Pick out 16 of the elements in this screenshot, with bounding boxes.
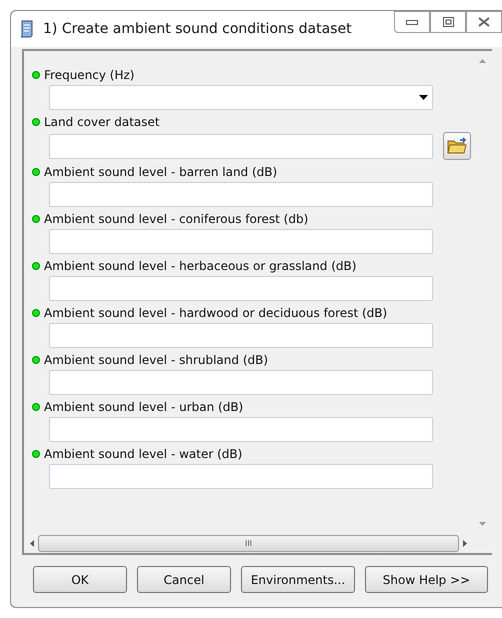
parameter-label: Ambient sound level - herbaceous or grassland (dB) <box>44 259 356 273</box>
parameter-label: Ambient sound level - barren land (dB) <box>44 165 278 179</box>
dialog-button[interactable]: Cancel <box>137 566 231 593</box>
parameter-label: Land cover dataset <box>44 115 160 129</box>
grip: III <box>244 539 252 548</box>
parameter-label: Ambient sound level - hardwood or deciduous forest (dB) <box>44 306 388 320</box>
parameter-label: Ambient sound level - urban (dB) <box>44 400 244 414</box>
parameter-label: Ambient sound level - shrubland (dB) <box>44 353 268 367</box>
parameter-label: Frequency (Hz) <box>44 68 134 82</box>
dialog-button[interactable]: OK <box>33 566 127 593</box>
window-title: 1) Create ambient sound conditions dataset <box>43 21 352 37</box>
parameter-label: Ambient sound level - water (dB) <box>44 447 242 461</box>
scrollbar-thumb[interactable]: III <box>38 535 459 552</box>
parameter-label: Ambient sound level - coniferous forest (db) <box>44 212 308 226</box>
dialog-button[interactable]: Show Help >> <box>365 566 488 593</box>
dialog-button[interactable]: Environments... <box>241 566 355 593</box>
